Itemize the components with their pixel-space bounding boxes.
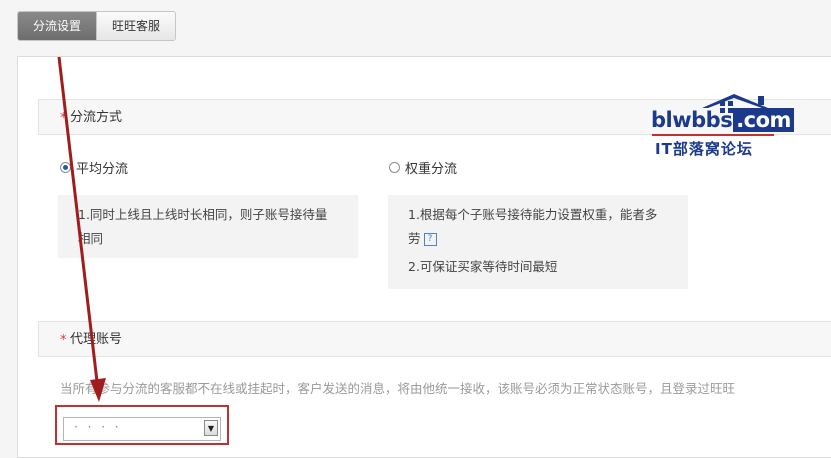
agent-hint-text: 当所有参与分流的客服都不在线或挂起时，客户发送的消息，将由他统一接收，该账号必须… bbox=[60, 381, 736, 396]
watermark-underline bbox=[652, 134, 774, 136]
agent-select-highlight: · · · · ▼ bbox=[55, 405, 229, 445]
chevron-down-icon[interactable]: ▼ bbox=[204, 420, 218, 436]
desc-line: 1.同时上线且上线时长相同，则子账号接待量 bbox=[78, 207, 328, 222]
option-label: 权重分流 bbox=[405, 162, 458, 177]
radio-weighted[interactable] bbox=[389, 162, 400, 173]
desc-line: 1.根据每个子账号接待能力设置权重，能者多 bbox=[408, 207, 658, 222]
watermark-brand: blwbbs .com bbox=[651, 108, 794, 132]
option-weighted-flow[interactable]: 权重分流 bbox=[389, 158, 457, 177]
select-value: · · · · bbox=[74, 420, 122, 434]
watermark-subtitle: IT部落窝论坛 bbox=[655, 140, 753, 158]
weighted-description: 1.根据每个子账号接待能力设置权重，能者多 劳? 2.可保证买家等待时间最短 bbox=[388, 195, 688, 289]
desc-line: 2.可保证买家等待时间最短 bbox=[408, 259, 558, 274]
section-title: 分流方式 bbox=[70, 110, 123, 125]
option-label: 平均分流 bbox=[76, 162, 129, 177]
desc-line: 劳? bbox=[408, 227, 688, 251]
top-tabs: 分流设置 旺旺客服 bbox=[17, 11, 176, 41]
help-icon[interactable]: ? bbox=[423, 233, 437, 246]
option-average-flow[interactable]: 平均分流 bbox=[60, 158, 128, 177]
tab-flow-settings[interactable]: 分流设置 bbox=[18, 12, 96, 40]
section-header-agent-account: * 代理账号 bbox=[38, 321, 831, 357]
tab-wangwang-service[interactable]: 旺旺客服 bbox=[96, 12, 175, 40]
desc-line: 相同 bbox=[78, 231, 104, 246]
radio-average[interactable] bbox=[60, 162, 71, 173]
required-mark: * bbox=[60, 333, 67, 348]
agent-account-select[interactable]: · · · · ▼ bbox=[63, 417, 221, 441]
required-mark: * bbox=[60, 111, 67, 126]
section-title: 代理账号 bbox=[70, 332, 123, 347]
average-description: 1.同时上线且上线时长相同，则子账号接待量 相同 bbox=[58, 195, 358, 258]
